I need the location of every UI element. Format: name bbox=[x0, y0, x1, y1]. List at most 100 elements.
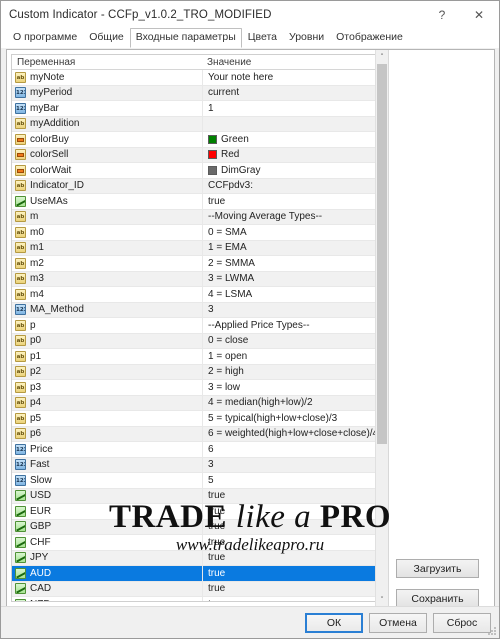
tab-1[interactable]: Общие bbox=[83, 28, 130, 48]
parameter-value-cell[interactable]: 2 = high bbox=[202, 364, 383, 379]
table-row[interactable]: ab p4 4 = median(high+low)/2 bbox=[12, 395, 383, 411]
parameter-value-cell[interactable]: 3 bbox=[202, 457, 383, 472]
parameter-name-cell[interactable]: 123 Slow bbox=[12, 474, 202, 486]
tab-5[interactable]: Отображение bbox=[330, 28, 409, 48]
table-row[interactable]: ab p0 0 = close bbox=[12, 333, 383, 349]
parameter-name-cell[interactable]: GBP bbox=[12, 521, 202, 533]
parameter-value-cell[interactable]: true bbox=[202, 597, 383, 601]
parameter-name-cell[interactable]: NZD bbox=[12, 598, 202, 601]
parameter-name-cell[interactable]: ab p6 bbox=[12, 428, 202, 440]
table-row[interactable]: ab myAddition bbox=[12, 116, 383, 132]
parameter-name-cell[interactable]: USD bbox=[12, 490, 202, 502]
parameter-name-cell[interactable]: ab p2 bbox=[12, 366, 202, 378]
parameter-name-cell[interactable]: ab m3 bbox=[12, 273, 202, 285]
table-row[interactable]: ab m --Moving Average Types-- bbox=[12, 209, 383, 225]
parameter-value-cell[interactable]: Red bbox=[202, 147, 383, 162]
parameter-value-cell[interactable]: 5 bbox=[202, 473, 383, 488]
parameter-value-cell[interactable]: 4 = median(high+low)/2 bbox=[202, 395, 383, 410]
table-row[interactable]: 123 Price 6 bbox=[12, 442, 383, 458]
parameter-value-cell[interactable]: 1 = open bbox=[202, 349, 383, 364]
tab-4[interactable]: Уровни bbox=[283, 28, 330, 48]
cancel-button[interactable]: Отмена bbox=[369, 612, 427, 633]
table-row[interactable]: colorWait DimGray bbox=[12, 163, 383, 179]
table-row[interactable]: 123 MA_Method 3 bbox=[12, 302, 383, 318]
parameter-value-cell[interactable]: true bbox=[202, 550, 383, 565]
parameter-value-cell[interactable]: true bbox=[202, 566, 383, 581]
parameter-value-cell[interactable]: 6 = weighted(high+low+close+close)/4 bbox=[202, 426, 383, 441]
table-row[interactable]: 123 Slow 5 bbox=[12, 473, 383, 489]
table-row[interactable]: EUR true bbox=[12, 504, 383, 520]
parameter-name-cell[interactable]: 123 myBar bbox=[12, 102, 202, 114]
parameter-name-cell[interactable]: 123 Fast bbox=[12, 459, 202, 471]
parameter-name-cell[interactable]: ab p bbox=[12, 319, 202, 331]
table-row[interactable]: CHF true bbox=[12, 535, 383, 551]
table-row[interactable]: ab m1 1 = EMA bbox=[12, 240, 383, 256]
parameter-name-cell[interactable]: ab p1 bbox=[12, 350, 202, 362]
table-row[interactable]: ab m3 3 = LWMA bbox=[12, 271, 383, 287]
table-row[interactable]: ab p --Applied Price Types-- bbox=[12, 318, 383, 334]
reset-button[interactable]: Сброс bbox=[433, 612, 491, 633]
table-row[interactable]: ab p5 5 = typical(high+low+close)/3 bbox=[12, 411, 383, 427]
table-row[interactable]: ab m0 0 = SMA bbox=[12, 225, 383, 241]
parameter-name-cell[interactable]: ab m2 bbox=[12, 257, 202, 269]
table-row[interactable]: JPY true bbox=[12, 550, 383, 566]
help-icon[interactable]: ? bbox=[425, 1, 459, 29]
parameter-name-cell[interactable]: ab Indicator_ID bbox=[12, 180, 202, 192]
parameter-value-cell[interactable]: 6 bbox=[202, 442, 383, 457]
table-row[interactable]: 123 Fast 3 bbox=[12, 457, 383, 473]
table-row[interactable]: ab p1 1 = open bbox=[12, 349, 383, 365]
table-row[interactable]: ab p3 3 = low bbox=[12, 380, 383, 396]
parameter-name-cell[interactable]: CAD bbox=[12, 583, 202, 595]
parameter-value-cell[interactable] bbox=[202, 116, 383, 131]
table-row[interactable]: 123 myBar 1 bbox=[12, 101, 383, 117]
parameter-name-cell[interactable]: ab p3 bbox=[12, 381, 202, 393]
parameter-name-cell[interactable]: 123 myPeriod bbox=[12, 87, 202, 99]
tab-2[interactable]: Входные параметры bbox=[129, 28, 242, 48]
scroll-up-icon[interactable]: ˄ bbox=[376, 50, 388, 63]
parameter-value-cell[interactable]: 0 = close bbox=[202, 333, 383, 348]
column-header-variable[interactable]: Переменная bbox=[12, 57, 202, 68]
load-button[interactable]: Загрузить bbox=[396, 559, 479, 578]
parameter-value-cell[interactable]: true bbox=[202, 488, 383, 503]
parameter-name-cell[interactable]: ab m1 bbox=[12, 242, 202, 254]
parameter-value-cell[interactable]: true bbox=[202, 519, 383, 534]
table-row[interactable]: NZD true bbox=[12, 597, 383, 601]
table-row[interactable]: ab p2 2 = high bbox=[12, 364, 383, 380]
resize-grip-icon[interactable] bbox=[487, 626, 497, 636]
parameter-value-cell[interactable]: --Moving Average Types-- bbox=[202, 209, 383, 224]
parameter-value-cell[interactable]: true bbox=[202, 194, 383, 209]
ok-button[interactable]: ОК bbox=[305, 612, 363, 633]
parameter-value-cell[interactable]: 1 = EMA bbox=[202, 240, 383, 255]
parameter-name-cell[interactable]: colorSell bbox=[12, 149, 202, 161]
table-row[interactable]: colorBuy Green bbox=[12, 132, 383, 148]
parameter-value-cell[interactable]: 4 = LSMA bbox=[202, 287, 383, 302]
parameter-name-cell[interactable]: ab m bbox=[12, 211, 202, 223]
parameter-name-cell[interactable]: ab p5 bbox=[12, 412, 202, 424]
parameter-name-cell[interactable]: 123 Price bbox=[12, 443, 202, 455]
tab-0[interactable]: О программе bbox=[7, 28, 83, 48]
parameter-value-cell[interactable]: Green bbox=[202, 132, 383, 147]
parameter-value-cell[interactable]: true bbox=[202, 535, 383, 550]
table-row[interactable]: 123 myPeriod current bbox=[12, 85, 383, 101]
table-row[interactable]: UseMAs true bbox=[12, 194, 383, 210]
grid-vertical-scrollbar[interactable]: ˄ ˅ bbox=[375, 50, 388, 606]
parameter-value-cell[interactable]: true bbox=[202, 504, 383, 519]
parameter-value-cell[interactable]: 5 = typical(high+low+close)/3 bbox=[202, 411, 383, 426]
table-row[interactable]: ab Indicator_ID CCFpdv3: bbox=[12, 178, 383, 194]
column-header-value[interactable]: Значение bbox=[202, 57, 383, 68]
scroll-down-icon[interactable]: ˅ bbox=[376, 593, 388, 606]
parameter-value-cell[interactable]: DimGray bbox=[202, 163, 383, 178]
table-row[interactable]: ab myNote Your note here bbox=[12, 70, 383, 86]
parameter-name-cell[interactable]: ab m0 bbox=[12, 226, 202, 238]
parameter-name-cell[interactable]: ab p4 bbox=[12, 397, 202, 409]
scrollbar-thumb[interactable] bbox=[377, 64, 387, 444]
parameter-value-cell[interactable]: true bbox=[202, 581, 383, 596]
table-row[interactable]: ab m4 4 = LSMA bbox=[12, 287, 383, 303]
parameter-value-cell[interactable]: CCFpdv3: bbox=[202, 178, 383, 193]
parameter-name-cell[interactable]: AUD bbox=[12, 567, 202, 579]
parameter-name-cell[interactable]: ab myAddition bbox=[12, 118, 202, 130]
parameter-name-cell[interactable]: CHF bbox=[12, 536, 202, 548]
parameter-name-cell[interactable]: ab p0 bbox=[12, 335, 202, 347]
parameter-name-cell[interactable]: 123 MA_Method bbox=[12, 304, 202, 316]
table-row[interactable]: colorSell Red bbox=[12, 147, 383, 163]
